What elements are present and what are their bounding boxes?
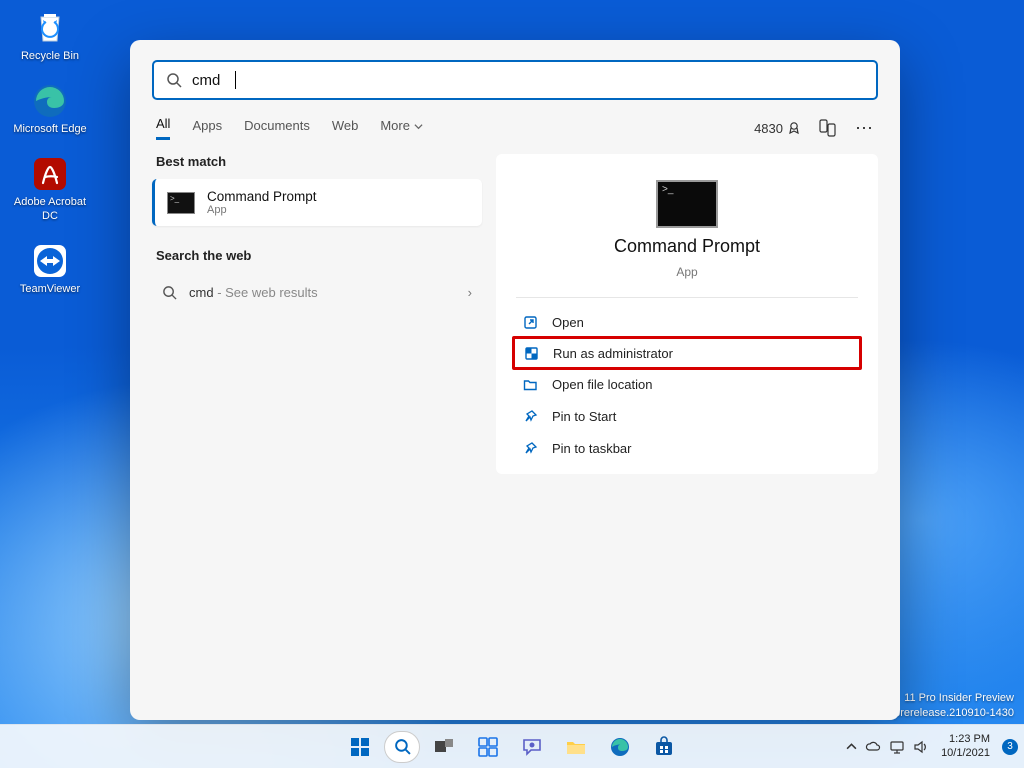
desktop-icon-acrobat[interactable]: Adobe Acrobat DC [10,154,90,222]
preview-title: Command Prompt [614,236,760,257]
web-result-row[interactable]: cmd - See web results › [152,273,482,312]
result-title: Command Prompt [207,189,317,204]
action-label: Pin to Start [552,409,616,424]
system-tray[interactable] [846,739,929,755]
rewards-points[interactable]: 4830 [754,121,801,136]
shield-icon [523,345,539,361]
results-column: Best match Command Prompt App Search the… [152,154,482,474]
desktop-icon-label: Recycle Bin [21,50,79,63]
edge-button[interactable] [600,727,640,767]
cmd-large-icon [656,180,718,228]
onedrive-icon[interactable] [865,739,881,755]
tab-more[interactable]: More [380,118,422,139]
desktop-icon-recycle-bin[interactable]: Recycle Bin [10,8,90,63]
preview-pane: Command Prompt App Open Run as administr… [496,154,878,474]
search-icon [166,72,182,88]
chevron-up-icon[interactable] [846,741,857,752]
chevron-down-icon [414,122,423,131]
desktop-icon-teamviewer[interactable]: TeamViewer [10,241,90,296]
result-command-prompt[interactable]: Command Prompt App [152,179,482,226]
web-term: cmd [189,285,214,300]
cmd-icon [167,192,195,214]
task-view-button[interactable] [424,727,464,767]
start-button[interactable] [340,727,380,767]
search-query-text: cmd [192,72,220,89]
tab-documents[interactable]: Documents [244,118,310,139]
network-icon[interactable] [889,739,905,755]
desktop-icon-label: Adobe Acrobat DC [10,196,90,222]
action-pin-taskbar[interactable]: Pin to taskbar [516,432,858,464]
desktop-icon-label: Microsoft Edge [13,123,86,136]
text-caret [230,71,235,89]
rewards-icon [787,121,801,135]
edge-icon [30,81,70,121]
taskbar: 1:23 PM 10/1/2021 3 [0,724,1024,768]
taskbar-center [340,727,684,767]
search-box[interactable]: cmd [152,60,878,100]
search-tabs: All Apps Documents Web More 4830 ⋯ [152,116,878,140]
teamviewer-icon [30,241,70,281]
action-open[interactable]: Open [516,306,858,338]
taskbar-right: 1:23 PM 10/1/2021 3 [846,733,1018,759]
pin-icon [522,408,538,424]
tab-apps[interactable]: Apps [192,118,222,139]
volume-icon[interactable] [913,739,929,755]
file-explorer-button[interactable] [556,727,596,767]
search-web-heading: Search the web [156,248,478,263]
more-options-icon[interactable]: ⋯ [855,118,874,139]
notification-badge[interactable]: 3 [1002,739,1018,755]
desktop-icon-label: TeamViewer [20,283,80,296]
action-label: Open file location [552,377,652,392]
web-suffix: See web results [225,285,318,300]
search-input[interactable] [246,72,864,89]
phone-link-icon[interactable] [819,119,837,137]
recycle-bin-icon [30,8,70,48]
folder-icon [522,376,538,392]
best-match-heading: Best match [156,154,478,169]
action-label: Run as administrator [553,346,673,361]
acrobat-icon [30,154,70,194]
action-open-file-location[interactable]: Open file location [516,368,858,400]
start-search-panel: cmd All Apps Documents Web More 4830 ⋯ B… [130,40,900,720]
chevron-right-icon: › [468,285,472,300]
pin-icon [522,440,538,456]
action-run-as-admin[interactable]: Run as administrator [512,336,862,370]
taskbar-clock[interactable]: 1:23 PM 10/1/2021 [937,733,994,759]
open-icon [522,314,538,330]
action-label: Open [552,315,584,330]
taskbar-search-button[interactable] [384,731,420,763]
divider [516,297,858,298]
chat-button[interactable] [512,727,552,767]
tab-all[interactable]: All [156,116,170,140]
desktop-icons: Recycle Bin Microsoft Edge Adobe Acrobat… [10,8,110,314]
result-subtitle: App [207,204,317,216]
tab-web[interactable]: Web [332,118,359,139]
desktop-icon-edge[interactable]: Microsoft Edge [10,81,90,136]
clock-date: 10/1/2021 [941,747,990,760]
search-icon [162,285,177,300]
action-label: Pin to taskbar [552,441,632,456]
action-pin-start[interactable]: Pin to Start [516,400,858,432]
clock-time: 1:23 PM [941,733,990,746]
preview-subtitle: App [676,265,697,279]
widgets-button[interactable] [468,727,508,767]
store-button[interactable] [644,727,684,767]
